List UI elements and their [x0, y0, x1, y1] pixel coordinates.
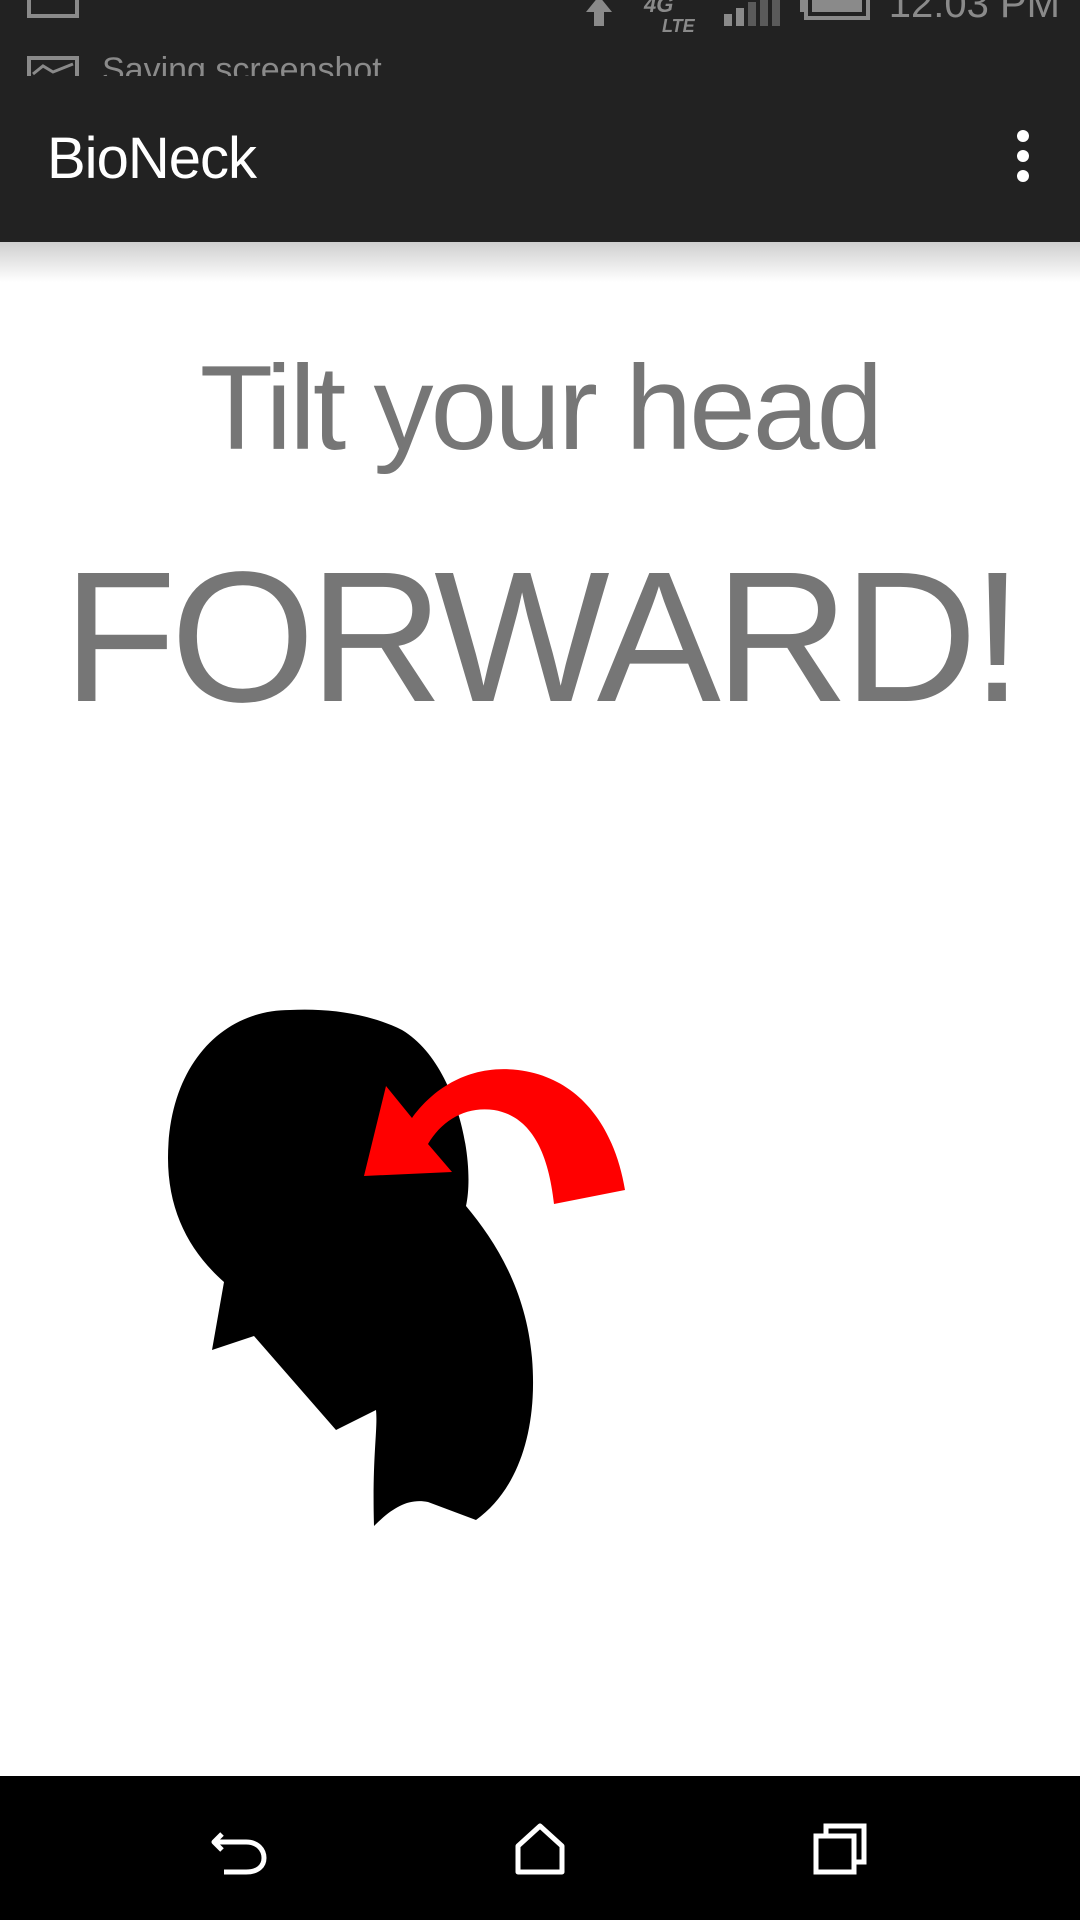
direction-text: FORWARD!: [62, 534, 1023, 741]
navigation-bar: [0, 1776, 1080, 1920]
notification-text: Saving screenshot...: [102, 51, 411, 76]
lte-icon: 4G LTE: [643, 0, 696, 34]
clock: 12:03 PM: [888, 0, 1060, 26]
home-icon: [515, 1823, 565, 1875]
svg-text:LTE: LTE: [662, 16, 696, 34]
action-bar: BioNeck: [0, 76, 1080, 242]
more-vert-icon-dot: [1017, 170, 1029, 182]
data-transfer-icon: [586, 0, 612, 26]
battery-icon: [800, 0, 870, 20]
instruction-text: Tilt your head: [199, 341, 884, 475]
status-bar: Saving screenshot... 4G LTE 12:03 PM: [0, 0, 1080, 76]
more-vert-icon-dot: [1017, 150, 1029, 162]
image-notification-icon: [27, 56, 79, 76]
app-title: BioNeck: [47, 126, 257, 191]
recents-button[interactable]: [790, 1798, 890, 1898]
more-options-button[interactable]: [990, 116, 1056, 196]
home-button[interactable]: [490, 1798, 590, 1898]
image-notification-icon: [27, 0, 79, 18]
action-bar-shadow: [0, 242, 1080, 282]
svg-text:4G: 4G: [643, 0, 673, 17]
recents-icon: [813, 1823, 867, 1875]
back-icon: [211, 1832, 267, 1875]
head-tilt-forward-icon: [168, 1009, 625, 1526]
more-vert-icon: [1017, 130, 1029, 142]
back-button[interactable]: [190, 1798, 290, 1898]
signal-strength-icon: [724, 0, 780, 26]
screen: Saving screenshot... 4G LTE 12:03 PM Bio…: [0, 0, 1080, 1920]
